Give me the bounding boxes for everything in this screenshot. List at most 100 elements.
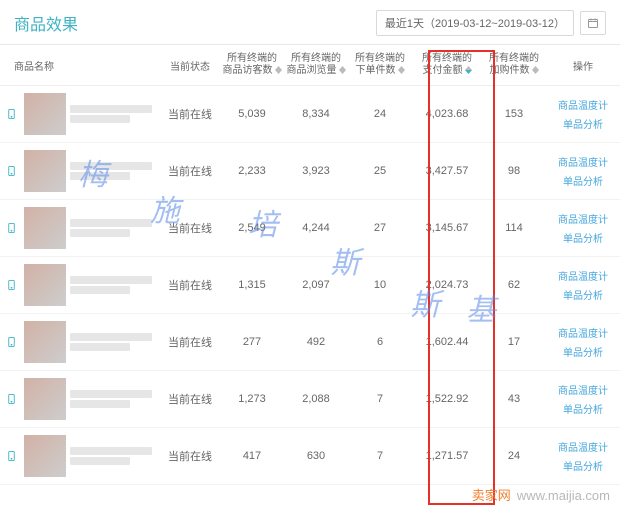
- sort-icon[interactable]: [532, 66, 539, 74]
- pay-cell: 1,522.92: [412, 393, 482, 405]
- mobile-icon: [6, 449, 20, 463]
- table-row: 当前在线5,0398,334244,023.68153商品温度计单品分析: [0, 86, 620, 143]
- product-cell[interactable]: [0, 378, 160, 420]
- status-cell: 当前在线: [160, 163, 220, 179]
- pay-cell: 2,024.73: [412, 279, 482, 291]
- thermo-link[interactable]: 商品温度计: [558, 439, 608, 454]
- product-thumb: [24, 150, 66, 192]
- col-orders[interactable]: 所有终端的下单件数: [348, 53, 412, 77]
- status-cell: 当前在线: [160, 106, 220, 122]
- sort-icon[interactable]: [465, 66, 472, 74]
- product-thumb: [24, 378, 66, 420]
- product-cell[interactable]: [0, 435, 160, 477]
- views-cell: 2,097: [284, 279, 348, 291]
- cart-cell: 43: [482, 393, 546, 405]
- visitors-cell: 1,315: [220, 279, 284, 291]
- product-cell[interactable]: [0, 264, 160, 306]
- single-link[interactable]: 单品分析: [563, 287, 603, 302]
- status-cell: 当前在线: [160, 277, 220, 293]
- thermo-link[interactable]: 商品温度计: [558, 268, 608, 283]
- mobile-icon: [6, 164, 20, 178]
- table-row: 当前在线1,3152,097102,024.7362商品温度计单品分析: [0, 257, 620, 314]
- orders-cell: 27: [348, 222, 412, 234]
- status-cell: 当前在线: [160, 220, 220, 236]
- single-link[interactable]: 单品分析: [563, 401, 603, 416]
- cart-cell: 114: [482, 222, 546, 234]
- product-cell[interactable]: [0, 150, 160, 192]
- pay-cell: 1,271.57: [412, 450, 482, 462]
- sort-icon[interactable]: [398, 66, 405, 74]
- single-link[interactable]: 单品分析: [563, 458, 603, 473]
- thermo-link[interactable]: 商品温度计: [558, 154, 608, 169]
- mobile-icon: [6, 107, 20, 121]
- orders-cell: 10: [348, 279, 412, 291]
- cart-cell: 24: [482, 450, 546, 462]
- product-cell[interactable]: [0, 93, 160, 135]
- sort-icon[interactable]: [275, 66, 282, 74]
- visitors-cell: 2,233: [220, 165, 284, 177]
- visitors-cell: 5,039: [220, 108, 284, 120]
- date-range-label: 最近1天（2019-03-12~2019-03-12）: [376, 10, 574, 36]
- cart-cell: 153: [482, 108, 546, 120]
- visitors-cell: 417: [220, 450, 284, 462]
- col-pay[interactable]: 所有终端的支付金额: [412, 53, 482, 77]
- sort-icon[interactable]: [339, 66, 346, 74]
- single-link[interactable]: 单品分析: [563, 173, 603, 188]
- orders-cell: 25: [348, 165, 412, 177]
- thermo-link[interactable]: 商品温度计: [558, 325, 608, 340]
- status-cell: 当前在线: [160, 448, 220, 464]
- status-cell: 当前在线: [160, 334, 220, 350]
- product-text: [70, 333, 152, 351]
- views-cell: 3,923: [284, 165, 348, 177]
- single-link[interactable]: 单品分析: [563, 344, 603, 359]
- thermo-link[interactable]: 商品温度计: [558, 211, 608, 226]
- product-thumb: [24, 321, 66, 363]
- views-cell: 492: [284, 336, 348, 348]
- mobile-icon: [6, 392, 20, 406]
- col-status[interactable]: 当前状态: [160, 58, 220, 73]
- calendar-icon[interactable]: [580, 11, 606, 35]
- table-row: 当前在线27749261,602.4417商品温度计单品分析: [0, 314, 620, 371]
- ops-cell: 商品温度计单品分析: [546, 154, 620, 188]
- product-cell[interactable]: [0, 321, 160, 363]
- orders-cell: 7: [348, 393, 412, 405]
- product-thumb: [24, 264, 66, 306]
- orders-cell: 6: [348, 336, 412, 348]
- col-visitors[interactable]: 所有终端的商品访客数: [220, 53, 284, 77]
- date-picker[interactable]: 最近1天（2019-03-12~2019-03-12）: [376, 10, 606, 36]
- pay-cell: 3,145.67: [412, 222, 482, 234]
- product-thumb: [24, 435, 66, 477]
- ops-cell: 商品温度计单品分析: [546, 268, 620, 302]
- ops-cell: 商品温度计单品分析: [546, 97, 620, 131]
- mobile-icon: [6, 221, 20, 235]
- product-text: [70, 390, 152, 408]
- visitors-cell: 2,549: [220, 222, 284, 234]
- table-row: 当前在线1,2732,08871,522.9243商品温度计单品分析: [0, 371, 620, 428]
- col-views[interactable]: 所有终端的商品浏览量: [284, 53, 348, 77]
- views-cell: 4,244: [284, 222, 348, 234]
- thermo-link[interactable]: 商品温度计: [558, 382, 608, 397]
- product-text: [70, 447, 152, 465]
- ops-cell: 商品温度计单品分析: [546, 325, 620, 359]
- product-thumb: [24, 207, 66, 249]
- ops-cell: 商品温度计单品分析: [546, 382, 620, 416]
- single-link[interactable]: 单品分析: [563, 230, 603, 245]
- orders-cell: 24: [348, 108, 412, 120]
- footer-credit: 卖家网www.maijia.com: [472, 485, 610, 504]
- pay-cell: 4,023.68: [412, 108, 482, 120]
- views-cell: 630: [284, 450, 348, 462]
- single-link[interactable]: 单品分析: [563, 116, 603, 131]
- product-cell[interactable]: [0, 207, 160, 249]
- cart-cell: 62: [482, 279, 546, 291]
- product-text: [70, 276, 152, 294]
- cart-cell: 17: [482, 336, 546, 348]
- table-header: 商品名称 当前状态 所有终端的商品访客数 所有终端的商品浏览量 所有终端的下单件…: [0, 45, 620, 86]
- page-title: 商品效果: [14, 11, 78, 35]
- table-row: 当前在线2,5494,244273,145.67114商品温度计单品分析: [0, 200, 620, 257]
- ops-cell: 商品温度计单品分析: [546, 211, 620, 245]
- col-name[interactable]: 商品名称: [0, 58, 160, 73]
- thermo-link[interactable]: 商品温度计: [558, 97, 608, 112]
- col-cart[interactable]: 所有终端的加购件数: [482, 53, 546, 77]
- pay-cell: 3,427.57: [412, 165, 482, 177]
- product-text: [70, 162, 152, 180]
